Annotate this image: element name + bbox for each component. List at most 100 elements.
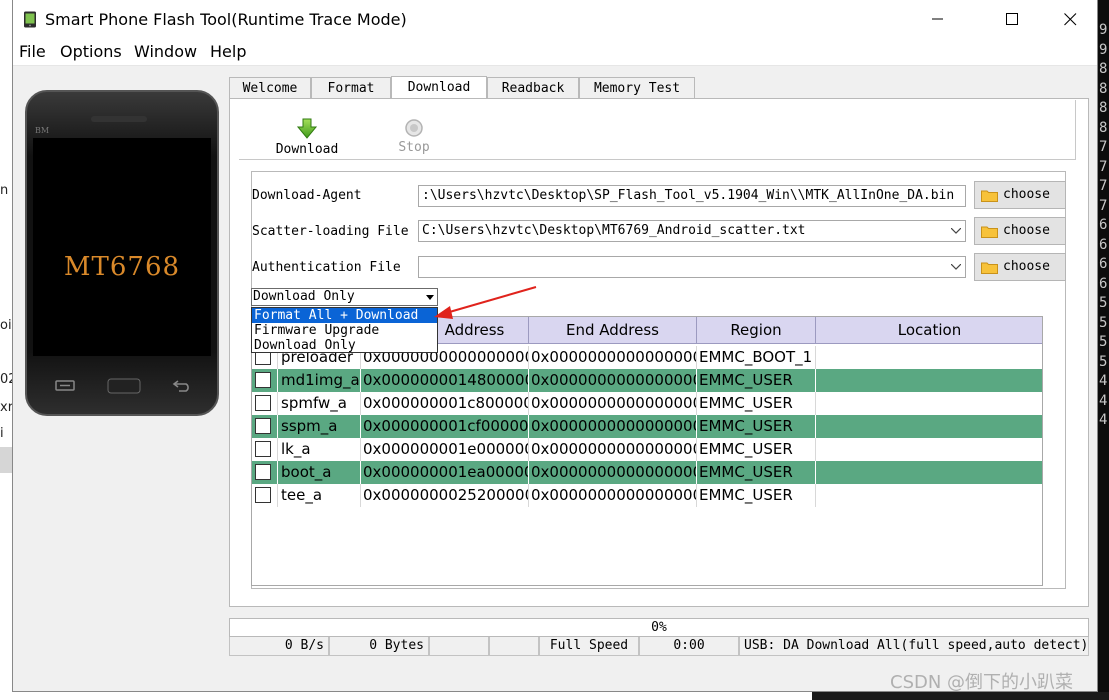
background-highlight xyxy=(0,447,12,473)
mode-option-firmware-upgrade[interactable]: Firmware Upgrade xyxy=(252,323,437,338)
back-key-icon xyxy=(172,380,189,392)
choose-scatter-file-button[interactable]: choose xyxy=(974,217,1066,245)
row-region: EMMC_BOOT_1 xyxy=(697,346,816,369)
background-console-digit: 6 xyxy=(1099,217,1108,233)
authentication-file-combobox[interactable] xyxy=(418,256,966,278)
stop-button[interactable]: Stop xyxy=(379,118,449,155)
row-begin: 0x0000000025200000 xyxy=(361,484,529,507)
background-console-digit: 7 xyxy=(1099,139,1108,155)
row-name: boot_a xyxy=(278,461,361,484)
background-console-digit: 6 xyxy=(1099,256,1108,272)
tab-format[interactable]: Format xyxy=(311,77,391,99)
row-begin: 0x000000001e000000 xyxy=(361,438,529,461)
background-console-digit: 4 xyxy=(1099,412,1108,428)
background-console-right: 9 9 8 8 8 8 7 7 7 7 6 6 6 6 5 5 5 5 4 4 4 xyxy=(1098,0,1109,700)
download-mode-select[interactable]: Download Only xyxy=(251,288,438,306)
background-console-digit: 9 xyxy=(1099,22,1108,38)
row-location xyxy=(816,369,1042,392)
row-location xyxy=(816,415,1042,438)
row-begin: 0x000000001ea00000 xyxy=(361,461,529,484)
background-console-digit: 5 xyxy=(1099,334,1108,350)
flash-tool-window: Smart Phone Flash Tool(Runtime Trace Mod… xyxy=(12,0,1098,692)
row-checkbox-cell[interactable] xyxy=(252,392,278,415)
phone-illustration: BM MT6768 xyxy=(25,90,219,416)
row-location xyxy=(816,484,1042,507)
folder-icon xyxy=(981,190,998,202)
background-console-digit: 8 xyxy=(1099,61,1108,77)
choose-authentication-file-button[interactable]: choose xyxy=(974,253,1066,281)
row-checkbox[interactable] xyxy=(255,487,271,503)
table-row[interactable]: sspm_a 0x000000001cf00000 0x00000000000000… xyxy=(252,415,1042,438)
menu-window[interactable]: Window xyxy=(134,42,197,61)
menu-help[interactable]: Help xyxy=(210,42,246,61)
background-console-digit: 4 xyxy=(1099,373,1108,389)
background-console-digit: 5 xyxy=(1099,314,1108,331)
scatter-file-label: Scatter-loading File xyxy=(252,224,409,239)
row-checkbox[interactable] xyxy=(255,372,271,388)
download-agent-label: Download-Agent xyxy=(252,188,362,203)
progress-percent: 0% xyxy=(651,620,667,635)
row-checkbox-cell[interactable] xyxy=(252,438,278,461)
tab-memory-test[interactable]: Memory Test xyxy=(579,77,695,99)
maximize-button[interactable] xyxy=(989,0,1035,38)
table-row[interactable]: tee_a 0x0000000025200000 0x000000000000000… xyxy=(252,484,1042,507)
status-usb-speed: Full Speed xyxy=(539,637,639,656)
chevron-down-icon[interactable] xyxy=(948,222,964,240)
background-console-digit: 7 xyxy=(1099,178,1108,194)
row-begin: 0x0000000014800000 xyxy=(361,369,529,392)
table-row[interactable]: spmfw_a 0x000000001c800000 0x0000000000000… xyxy=(252,392,1042,415)
close-button[interactable] xyxy=(1047,0,1093,38)
home-key-icon xyxy=(107,378,141,394)
column-header-region[interactable]: Region xyxy=(697,317,816,344)
row-checkbox-cell[interactable] xyxy=(252,369,278,392)
background-console-digit: 8 xyxy=(1099,100,1108,116)
row-checkbox[interactable] xyxy=(255,441,271,457)
chevron-down-icon[interactable] xyxy=(948,258,964,276)
row-name: spmfw_a xyxy=(278,392,361,415)
background-console-digit: 9 xyxy=(1099,41,1108,58)
folder-icon xyxy=(981,226,998,238)
row-checkbox-cell[interactable] xyxy=(252,415,278,438)
chevron-down-icon xyxy=(426,295,434,300)
minimize-button[interactable] xyxy=(915,0,961,38)
scatter-file-combobox[interactable]: C:\Users\hzvtc\Desktop\MT6769_Android_sc… xyxy=(418,220,966,242)
background-text-fragment: i xyxy=(0,426,4,441)
maximize-icon xyxy=(1005,12,1018,25)
row-name: md1img_a xyxy=(278,369,361,392)
row-checkbox[interactable] xyxy=(255,395,271,411)
background-console-digit: 7 xyxy=(1099,197,1108,214)
phone-speaker xyxy=(91,116,147,122)
status-bytes: 0 Bytes xyxy=(329,637,429,656)
row-region: EMMC_USER xyxy=(697,369,816,392)
mode-option-format-all-download[interactable]: Format All + Download xyxy=(252,308,437,323)
row-checkbox-cell[interactable] xyxy=(252,461,278,484)
tab-readback[interactable]: Readback xyxy=(487,77,579,99)
mode-option-download-only[interactable]: Download Only xyxy=(252,338,437,353)
row-checkbox[interactable] xyxy=(255,418,271,434)
choose-download-agent-button[interactable]: choose xyxy=(974,181,1066,209)
menu-file[interactable]: File xyxy=(19,42,46,61)
row-end: 0x0000000000000000 xyxy=(529,392,697,415)
row-location xyxy=(816,392,1042,415)
title-bar[interactable]: Smart Phone Flash Tool(Runtime Trace Mod… xyxy=(13,0,1097,38)
column-header-location[interactable]: Location xyxy=(816,317,1042,344)
table-row[interactable]: boot_a 0x000000001ea00000 0x00000000000000… xyxy=(252,461,1042,484)
column-header-end-address[interactable]: End Address xyxy=(529,317,697,344)
table-row[interactable]: lk_a 0x000000001e000000 0x0000000000000000… xyxy=(252,438,1042,461)
table-row[interactable]: md1img_a 0x0000000014800000 0x000000000000… xyxy=(252,369,1042,392)
menu-key-icon xyxy=(55,380,75,391)
row-begin: 0x000000001cf00000 xyxy=(361,415,529,438)
download-button[interactable]: Download xyxy=(257,118,357,157)
tab-download[interactable]: Download xyxy=(391,76,487,100)
row-end: 0x0000000000000000 xyxy=(529,484,697,507)
tab-welcome[interactable]: Welcome xyxy=(229,77,311,99)
progress-bar: 0% xyxy=(229,618,1089,637)
row-checkbox-cell[interactable] xyxy=(252,484,278,507)
row-checkbox[interactable] xyxy=(255,464,271,480)
download-agent-field[interactable]: :\Users\hzvtc\Desktop\SP_Flash_Tool_v5.1… xyxy=(418,185,966,207)
menu-options[interactable]: Options xyxy=(60,42,122,61)
row-end: 0x0000000000000000 xyxy=(529,461,697,484)
watermark: CSDN @倒下的小趴菜 xyxy=(890,672,1074,693)
row-end: 0x0000000000000000 xyxy=(529,415,697,438)
app-icon xyxy=(24,11,36,28)
